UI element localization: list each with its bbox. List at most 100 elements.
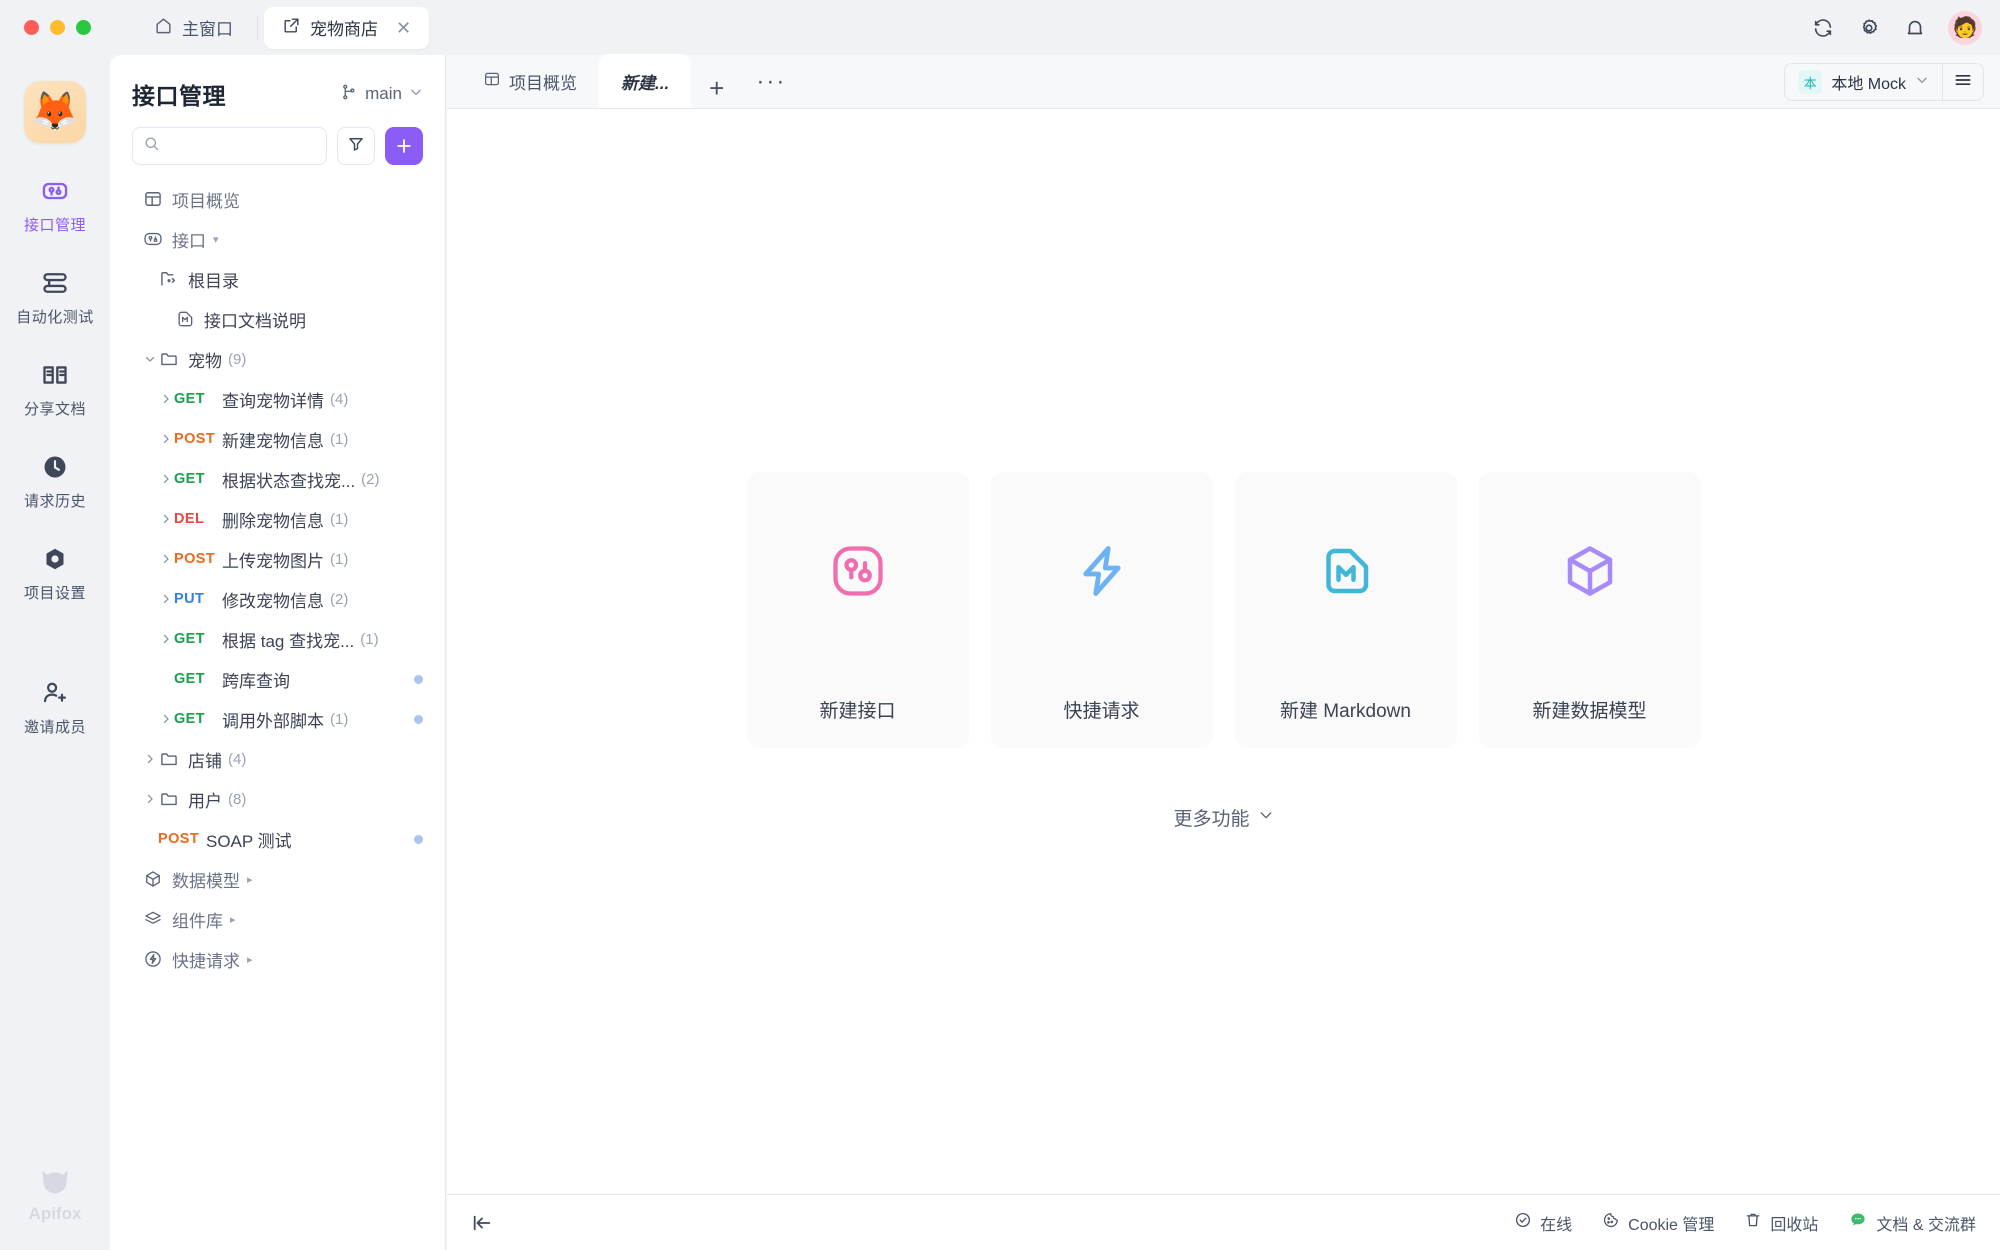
new-tab-button[interactable]: + [691, 73, 742, 108]
add-button[interactable] [385, 127, 423, 165]
chevron-down-icon[interactable] [142, 353, 158, 365]
tree-api-item[interactable]: GET根据 tag 查找宠...(1) [110, 619, 445, 659]
close-icon[interactable]: ✕ [396, 19, 411, 37]
tree-expand-arrow[interactable]: ▾ [213, 233, 219, 246]
chevron-right-icon[interactable] [142, 753, 158, 765]
rail-item-api-management[interactable]: 接口管理 [0, 177, 110, 235]
tree-folder-item[interactable]: 接口▾ [110, 219, 445, 259]
tree-folder-item[interactable]: 组件库▸ [110, 899, 445, 939]
status-label: Cookie 管理 [1628, 1211, 1714, 1235]
rail-item-request-history[interactable]: 请求历史 [0, 453, 110, 511]
search-box[interactable] [132, 127, 327, 165]
chevron-right-icon[interactable] [158, 513, 174, 525]
http-method-badge: POST [158, 831, 206, 847]
card-new-api[interactable]: 新建接口 [747, 472, 969, 748]
chevron-right-icon[interactable] [158, 473, 174, 485]
env-menu-button[interactable] [1942, 63, 1984, 101]
chevron-right-icon[interactable] [158, 633, 174, 645]
tree-api-item[interactable]: POST新建宠物信息(1) [110, 419, 445, 459]
tree-api-item[interactable]: POST上传宠物图片(1) [110, 539, 445, 579]
rail-item-invite-member[interactable]: 邀请成员 [0, 679, 110, 737]
tree-api-item[interactable]: DEL删除宠物信息(1) [110, 499, 445, 539]
history-icon [41, 453, 69, 481]
branch-label: main [365, 84, 402, 104]
tree-folder-item[interactable]: 用户(8) [110, 779, 445, 819]
status-cookie-management[interactable]: Cookie 管理 [1602, 1211, 1714, 1235]
window-tab-label: 主窗口 [182, 15, 233, 40]
tab-overflow-button[interactable]: ··· [742, 68, 800, 108]
rail-item-automation-test[interactable]: 自动化测试 [0, 269, 110, 327]
tree-folder-item[interactable]: 宠物(9) [110, 339, 445, 379]
rail-item-share-doc[interactable]: 分享文档 [0, 361, 110, 419]
collapse-left-icon[interactable] [471, 1212, 493, 1234]
gear-icon[interactable] [1856, 15, 1882, 41]
panel-header: 接口管理 main [110, 55, 445, 111]
sync-icon[interactable] [1810, 15, 1836, 41]
close-window-button[interactable] [24, 20, 39, 35]
api-icon [41, 177, 69, 205]
tree-expand-arrow[interactable]: ▸ [247, 873, 253, 886]
invite-member-icon [41, 679, 69, 707]
maximize-window-button[interactable] [76, 20, 91, 35]
filter-button[interactable] [337, 127, 375, 165]
status-badge [414, 675, 423, 684]
tree-expand-arrow[interactable]: ▸ [230, 913, 236, 926]
tree-folder-item[interactable]: 店铺(4) [110, 739, 445, 779]
card-new-markdown[interactable]: 新建 Markdown [1235, 472, 1457, 748]
window-tab-main[interactable]: 主窗口 [136, 7, 251, 49]
api-icon [142, 229, 164, 249]
tree-item-label: 删除宠物信息 [222, 507, 324, 532]
tree-item-label: 修改宠物信息 [222, 587, 324, 612]
tree-folder-item[interactable]: 快捷请求▸ [110, 939, 445, 979]
tree-item-label: SOAP 测试 [206, 827, 292, 852]
status-label: 在线 [1540, 1211, 1572, 1235]
chevron-right-icon[interactable] [142, 793, 158, 805]
chevron-right-icon[interactable] [158, 553, 174, 565]
bell-icon[interactable] [1902, 15, 1928, 41]
trash-icon [1744, 1211, 1762, 1234]
tree-api-item[interactable]: GET查询宠物详情(4) [110, 379, 445, 419]
chevron-right-icon[interactable] [158, 393, 174, 405]
tree-folder-item[interactable]: 项目概览 [110, 179, 445, 219]
tab-project-overview[interactable]: 项目概览 [461, 54, 599, 108]
overview-icon [142, 189, 164, 209]
window-controls[interactable] [24, 20, 91, 35]
tree-api-item[interactable]: GET根据状态查找宠...(2) [110, 459, 445, 499]
tree-api-item[interactable]: GET跨库查询 [110, 659, 445, 699]
status-label: 文档 & 交流群 [1876, 1211, 1976, 1235]
window-tab-petstore[interactable]: 宠物商店 ✕ [264, 7, 429, 49]
card-new-data-model[interactable]: 新建数据模型 [1479, 472, 1701, 748]
tree-expand-arrow[interactable]: ▸ [247, 953, 253, 966]
tree-folder-item[interactable]: 根目录 [110, 259, 445, 299]
tree-api-item[interactable]: GET调用外部脚本(1) [110, 699, 445, 739]
tab-label: 项目概览 [509, 69, 577, 94]
tree-item-count: (2) [361, 471, 379, 488]
hamburger-icon [1953, 70, 1973, 95]
tree-item-label: 数据模型 [172, 867, 240, 892]
avatar[interactable]: 🧑 [1948, 11, 1982, 45]
tree-folder-item[interactable]: 接口文档说明 [110, 299, 445, 339]
chevron-right-icon[interactable] [158, 713, 174, 725]
tree-folder-item[interactable]: 数据模型 ▸ [110, 859, 445, 899]
rail-item-label: 自动化测试 [16, 306, 94, 327]
share-doc-icon [41, 361, 69, 389]
status-docs-community[interactable]: 文档 & 交流群 [1848, 1210, 1976, 1235]
minimize-window-button[interactable] [50, 20, 65, 35]
tree-api-item[interactable]: PUT修改宠物信息(2) [110, 579, 445, 619]
tree-api-item[interactable]: POSTSOAP 测试 [110, 819, 445, 859]
tab-new[interactable]: 新建... [599, 54, 691, 108]
branch-selector[interactable]: main [340, 83, 423, 106]
chevron-right-icon[interactable] [158, 433, 174, 445]
chevron-right-icon[interactable] [158, 593, 174, 605]
rail-item-label: 接口管理 [24, 214, 86, 235]
rail-item-project-settings[interactable]: 项目设置 [0, 545, 110, 603]
tree-item-label: 根目录 [188, 267, 239, 292]
app-logo[interactable]: 🦊 [24, 81, 86, 143]
search-input[interactable] [168, 138, 316, 155]
more-functions-button[interactable]: 更多功能 [1173, 804, 1273, 831]
status-online[interactable]: 在线 [1514, 1211, 1572, 1235]
card-label: 新建数据模型 [1532, 670, 1646, 748]
environment-selector[interactable]: 本 本地 Mock [1784, 63, 1942, 101]
status-recycle-bin[interactable]: 回收站 [1744, 1211, 1818, 1235]
card-quick-request[interactable]: 快捷请求 [991, 472, 1213, 748]
